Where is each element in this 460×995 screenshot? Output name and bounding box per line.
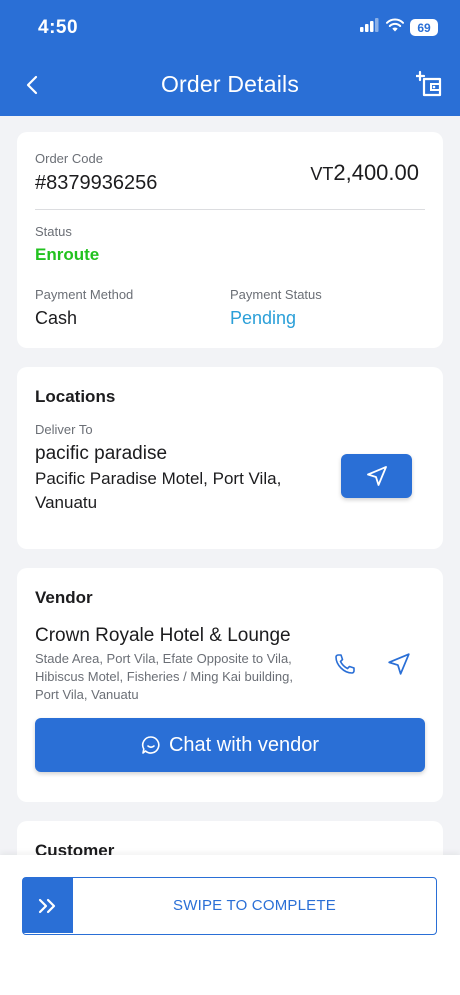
status-icons: 69 xyxy=(360,18,438,37)
divider xyxy=(35,209,425,210)
status-time: 4:50 xyxy=(38,17,79,38)
vendor-address-line3: Port Vila, Vanuatu xyxy=(35,687,139,702)
swipe-handle[interactable] xyxy=(23,878,73,933)
bottom-action-panel: SWIPE TO COMPLETE xyxy=(0,855,460,995)
order-code: #8379936256 xyxy=(35,172,158,194)
navigate-to-delivery-button[interactable] xyxy=(341,454,412,498)
add-wallet-button[interactable] xyxy=(414,68,446,100)
currency-code: VT xyxy=(310,164,334,184)
signal-icon xyxy=(360,18,380,37)
add-wallet-icon xyxy=(416,70,442,97)
swipe-label: SWIPE TO COMPLETE xyxy=(173,897,336,914)
amount-value: 2,400.00 xyxy=(333,160,419,185)
delivery-address-line1: Pacific Paradise Motel, Port Vila, xyxy=(35,469,282,488)
locations-title: Locations xyxy=(35,387,116,406)
status-bar: 4:50 69 xyxy=(0,0,460,56)
vendor-title: Vendor xyxy=(35,588,93,607)
vendor-name: Crown Royale Hotel & Lounge xyxy=(35,625,291,646)
double-chevron-right-icon xyxy=(38,898,56,913)
payment-method-label: Payment Method xyxy=(35,287,134,302)
payment-status-value: Pending xyxy=(230,308,297,328)
locations-card: Locations Deliver To pacific paradise Pa… xyxy=(17,367,443,549)
nav-bar: Order Details xyxy=(0,60,460,110)
navigate-icon xyxy=(366,466,387,486)
swipe-to-complete-slider[interactable]: SWIPE TO COMPLETE xyxy=(22,877,437,935)
chat-with-vendor-button[interactable]: Chat with vendor xyxy=(35,718,425,772)
navigate-icon xyxy=(388,653,410,675)
page-title: Order Details xyxy=(160,71,300,97)
order-summary-card: Order Code #8379936256 VT 2,400.00 Statu… xyxy=(17,132,443,348)
delivery-address-line2: Vanuatu xyxy=(35,493,98,512)
call-vendor-button[interactable] xyxy=(329,648,361,680)
order-status-value: Enroute xyxy=(35,245,100,264)
app-header: 4:50 69 Order Details xyxy=(0,0,460,116)
payment-status-label: Payment Status xyxy=(230,287,322,302)
delivery-name: pacific paradise xyxy=(35,443,168,464)
battery-icon: 69 xyxy=(410,19,438,36)
vendor-address-line1: Stade Area, Port Vila, Efate Opposite to… xyxy=(35,651,292,666)
status-label: Status xyxy=(35,224,72,239)
deliver-to-label: Deliver To xyxy=(35,422,93,437)
chat-bubble-icon xyxy=(141,736,160,754)
order-amount: VT 2,400.00 xyxy=(310,160,419,186)
wifi-icon xyxy=(386,18,404,37)
vendor-address-line2: Hibiscus Motel, Fisheries / Ming Kai bui… xyxy=(35,669,293,684)
phone-icon xyxy=(335,654,355,674)
chat-button-label: Chat with vendor xyxy=(168,733,320,756)
navigate-to-vendor-button[interactable] xyxy=(383,648,415,680)
order-code-label: Order Code xyxy=(35,151,103,166)
vendor-card: Vendor Crown Royale Hotel & Lounge Stade… xyxy=(17,568,443,802)
payment-method-value: Cash xyxy=(35,308,78,328)
